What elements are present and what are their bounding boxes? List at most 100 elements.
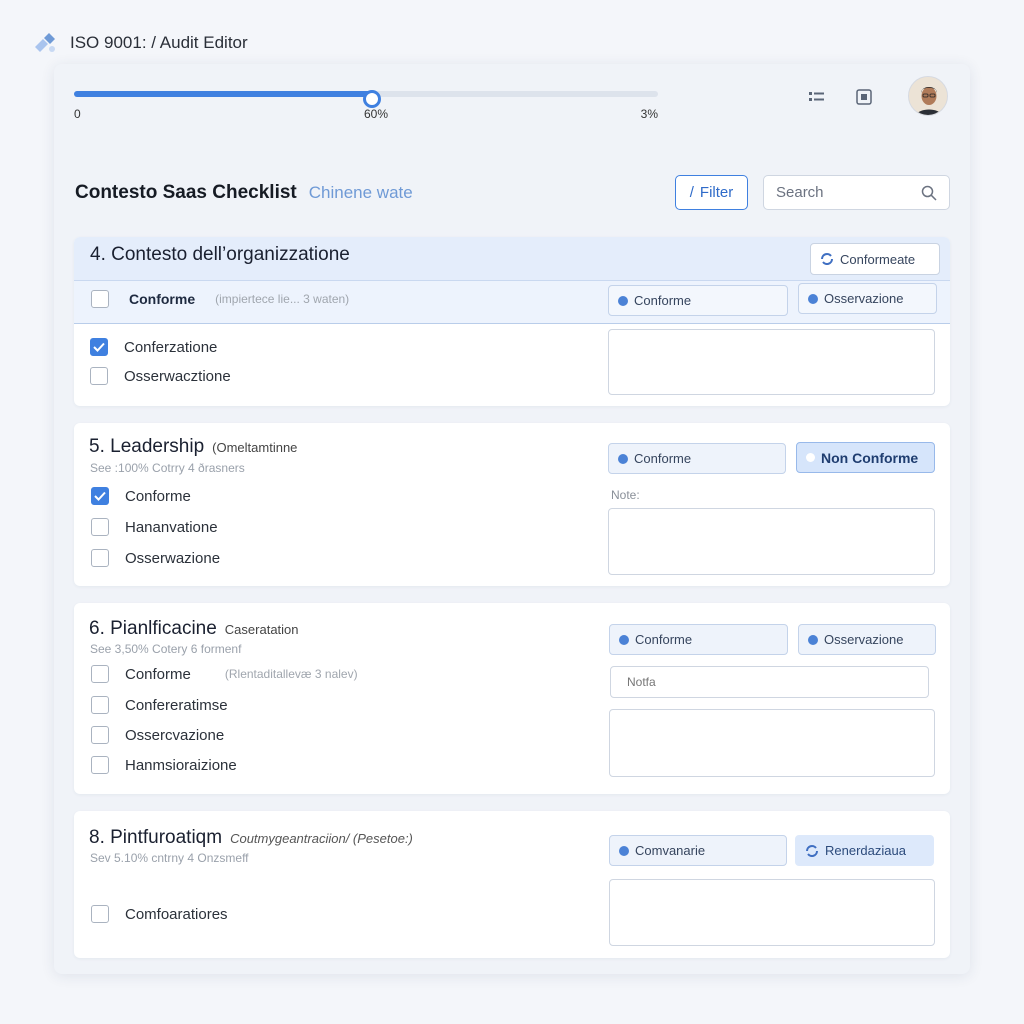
section-5-title: 5. Leadership (Omeltamtinne: [89, 436, 297, 458]
section-8-title: 8. Pintfuroatiqm Coutmygeantraciion/ (Pes…: [89, 827, 413, 849]
osservazione-pill[interactable]: Osservazione: [798, 624, 936, 655]
checkbox-checked[interactable]: [90, 338, 108, 356]
sync-icon: [821, 253, 833, 265]
list-item[interactable]: Comfoaratiores: [91, 905, 228, 923]
pill-label: Comvanarie: [635, 843, 706, 858]
section-4-badge[interactable]: Conformeate: [810, 243, 940, 275]
conforme-pill[interactable]: Conforme: [608, 285, 788, 316]
notes-textarea[interactable]: [609, 879, 935, 946]
conforme-pill[interactable]: Conforme: [609, 624, 788, 655]
checkbox[interactable]: [91, 756, 109, 774]
list-item[interactable]: Ossercvazione: [91, 726, 224, 744]
dot-icon: [806, 453, 815, 462]
checkbox[interactable]: [91, 905, 109, 923]
item-label: Osserwazione: [125, 549, 221, 567]
progress-mid-label: 60%: [364, 107, 389, 121]
section-tag: Coutmygeantraciion/ (Pesetoe:): [230, 831, 413, 846]
search-box[interactable]: [763, 175, 950, 210]
notes-textarea[interactable]: [608, 329, 935, 395]
app-title-bar: ISO 9001: / Audit Editor: [32, 28, 248, 58]
item-label: Comfoaratiores: [125, 905, 228, 923]
page-subtitle: Chinene wate: [308, 183, 413, 202]
list-item[interactable]: Osserwacztione: [90, 367, 231, 385]
item-label: Conferzatione: [124, 338, 218, 356]
item-label: Ossercvazione: [125, 726, 225, 744]
progress-thumb[interactable]: [362, 90, 381, 108]
item-label: Hananvatione: [125, 518, 218, 536]
checkbox[interactable]: [91, 665, 109, 683]
item-label: Osserwacztione: [124, 367, 231, 385]
item-label: Conforme: [125, 487, 191, 505]
checkbox[interactable]: [91, 518, 109, 536]
checkbox-checked[interactable]: [91, 487, 109, 505]
pill-label: Conforme: [635, 632, 693, 647]
note-input[interactable]: Notfa: [610, 666, 929, 698]
comvanarie-pill[interactable]: Comvanarie: [609, 835, 787, 866]
section-4-header-check[interactable]: Conforme (impiertece lie... 3 waten): [91, 290, 349, 308]
list-item[interactable]: Conforme: [91, 487, 191, 505]
conforme-pill[interactable]: Conforme: [608, 443, 786, 474]
notes-textarea[interactable]: [608, 508, 935, 575]
pill-label: Non Conforme: [821, 449, 919, 466]
filter-icon: /: [689, 184, 694, 201]
pill-label: Conforme: [634, 451, 692, 466]
section-title-text: 6. Pianlficacine: [89, 618, 217, 639]
list-icon[interactable]: [806, 86, 828, 108]
dot-icon: [808, 634, 818, 645]
section-4-title: 4. Contesto dell’organizzatione: [90, 244, 350, 265]
checkbox[interactable]: [91, 696, 109, 714]
section-6-card: 6. Pianlficacine Caseratation See 3,50% C…: [74, 603, 950, 794]
section-6-title: 6. Pianlficacine Caseratation: [89, 618, 299, 640]
section-8-card: 8. Pintfuroatiqm Coutmygeantraciion/ (Pes…: [74, 811, 950, 958]
osservazione-pill[interactable]: Osservazione: [798, 283, 937, 314]
list-item[interactable]: Conferzatione: [90, 338, 217, 356]
checkbox[interactable]: [90, 367, 108, 385]
checkbox[interactable]: [91, 726, 109, 744]
list-item[interactable]: Hananvatione: [91, 518, 218, 536]
search-icon: [921, 185, 937, 201]
app-logo-icon: [35, 33, 55, 52]
section-tag: (Omeltamtinne: [212, 440, 298, 455]
checkbox[interactable]: [91, 290, 109, 308]
item-label: Confereratimse: [125, 696, 228, 714]
list-item[interactable]: Conforme (Rlentaditallevæ 3 nalev): [91, 665, 358, 683]
page-title: Contesto Saas Checklist: [75, 182, 297, 203]
section-5-card: 5. Leadership (Omeltamtinne See :100% Cot…: [74, 423, 950, 586]
dot-icon: [808, 293, 818, 304]
dot-icon: [619, 634, 629, 645]
note-label: Note:: [611, 488, 640, 502]
list-item[interactable]: Osserwazione: [91, 549, 220, 567]
item-label: Conforme: [125, 665, 191, 683]
app-title: ISO 9001: / Audit Editor: [70, 33, 248, 52]
sync-icon: [806, 844, 818, 857]
check-hint: (impiertece lie... 3 waten): [215, 292, 350, 306]
dot-icon: [618, 453, 628, 464]
pill-label: Osservazione: [824, 632, 904, 647]
avatar[interactable]: [908, 76, 948, 116]
list-item[interactable]: Confereratimse: [91, 696, 228, 714]
checkbox[interactable]: [91, 549, 109, 567]
section-8-meta: Sev 5.10% cntrny 4 Onzsmeff: [90, 851, 249, 865]
list-item[interactable]: Hanmsioraizione: [91, 756, 237, 774]
dot-icon: [619, 845, 629, 856]
filter-button[interactable]: / Filter: [675, 175, 748, 210]
progress-bar[interactable]: 0 60% 3%: [74, 86, 658, 142]
dot-icon: [618, 295, 628, 306]
section-title-text: 8. Pintfuroatiqm: [89, 827, 223, 848]
search-input[interactable]: [776, 184, 906, 201]
progress-fill: [74, 91, 372, 97]
non-conforme-pill[interactable]: Non Conforme: [796, 442, 935, 473]
progress-end-label: 3%: [640, 107, 658, 121]
pill-label: Renerdaziaua: [825, 843, 906, 858]
notes-textarea[interactable]: [609, 709, 935, 777]
check-hint: (Rlentaditallevæ 3 nalev): [224, 667, 358, 681]
pill-label: Conforme: [634, 293, 692, 308]
item-label: Hanmsioraizione: [125, 756, 237, 774]
section-6-meta: See 3,50% Cotery 6 formenf: [90, 642, 242, 656]
progress-start-label: 0: [74, 107, 81, 121]
layout-icon[interactable]: [853, 86, 875, 108]
renerdaziaua-pill[interactable]: Renerdaziaua: [795, 835, 934, 866]
progress-track: [74, 90, 658, 108]
section-4-badge-label: Conformeate: [840, 251, 916, 267]
section-title-text: 5. Leadership: [89, 436, 205, 457]
